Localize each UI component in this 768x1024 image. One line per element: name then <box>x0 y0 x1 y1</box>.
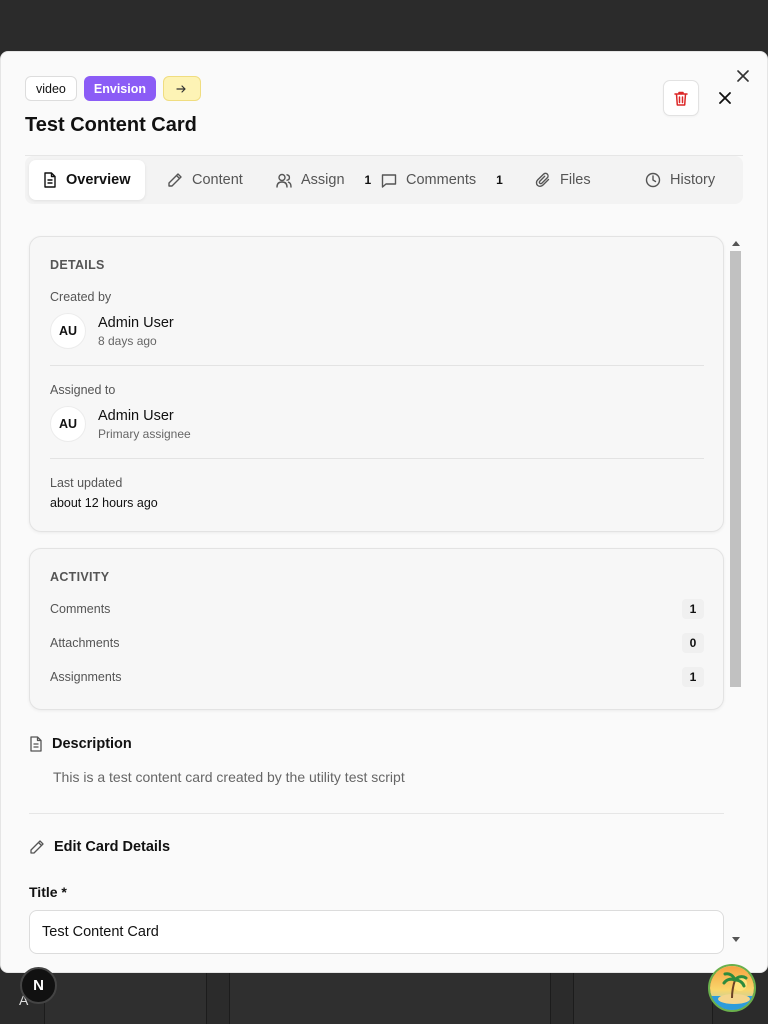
user-avatar-image[interactable] <box>708 964 756 1012</box>
avatar: AU <box>50 313 86 349</box>
stat-label: Attachments <box>50 636 120 650</box>
nextjs-devtools-button[interactable]: N <box>20 967 57 1004</box>
details-heading: DETAILS <box>50 258 105 272</box>
tab-assign[interactable]: Assign 1 <box>276 160 371 200</box>
tab-label: Files <box>560 172 591 188</box>
scrollbar-thumb[interactable] <box>730 251 741 687</box>
description-text: This is a test content card created by t… <box>53 769 405 785</box>
file-text-icon <box>30 736 42 752</box>
users-icon <box>276 173 292 188</box>
stat-label: Assignments <box>50 670 122 684</box>
arrow-right-icon <box>176 84 187 93</box>
trash-icon <box>674 91 688 106</box>
title-input[interactable] <box>29 910 724 954</box>
badge-group: video Envision <box>25 76 201 101</box>
next-logo-icon: N <box>33 977 44 994</box>
beach-island-icon <box>710 966 754 1010</box>
title-field-label: Title * <box>29 884 67 900</box>
tab-label: Content <box>192 172 243 188</box>
tab-history[interactable]: History <box>645 160 715 200</box>
activity-row-attachments: Attachments 0 <box>50 633 704 653</box>
activity-row-comments: Comments 1 <box>50 599 704 619</box>
stat-count-badge: 0 <box>682 633 704 653</box>
background-column <box>229 972 551 1024</box>
activity-row-assignments: Assignments 1 <box>50 667 704 687</box>
details-card: DETAILS Created by AU Admin User 8 days … <box>29 236 724 532</box>
tab-files[interactable]: Files <box>535 160 591 200</box>
assignee-role: Primary assignee <box>98 427 191 441</box>
stat-count-badge: 1 <box>682 667 704 687</box>
avatar: AU <box>50 406 86 442</box>
scroll-down-arrow-icon[interactable] <box>732 937 740 942</box>
assignee-name: Admin User <box>98 408 174 424</box>
tab-label: History <box>670 172 716 188</box>
close-icon <box>719 92 731 104</box>
delete-button[interactable] <box>663 80 699 116</box>
dialog-close-icon[interactable] <box>733 66 753 86</box>
file-text-icon <box>44 172 56 188</box>
created-by-label: Created by <box>50 290 112 304</box>
created-time: 8 days ago <box>98 334 157 348</box>
stat-count-badge: 1 <box>682 599 704 619</box>
close-button[interactable] <box>715 88 735 108</box>
assigned-to-label: Assigned to <box>50 383 116 397</box>
edit-section-title: Edit Card Details <box>29 839 170 855</box>
last-updated-label: Last updated <box>50 476 123 490</box>
section-title-text: Edit Card Details <box>54 839 171 855</box>
pencil-icon <box>30 840 44 854</box>
tab-content[interactable]: Content <box>167 160 243 200</box>
status-badge <box>162 76 201 101</box>
last-updated-value: about 12 hours ago <box>50 496 158 510</box>
background-column <box>573 972 713 1024</box>
pencil-icon <box>168 173 182 187</box>
activity-card: ACTIVITY Comments 1 Attachments 0 Assign… <box>29 548 724 710</box>
tab-bar: Overview Content Assign 1 Comments 1 Fil… <box>25 156 743 204</box>
clock-icon <box>645 172 661 188</box>
paperclip-icon <box>535 172 550 188</box>
activity-heading: ACTIVITY <box>50 570 110 584</box>
tab-count-badge: 1 <box>364 173 372 187</box>
background-column <box>44 972 207 1024</box>
tab-label: Assign <box>301 172 345 188</box>
section-title-text: Description <box>52 736 132 752</box>
message-square-icon <box>381 173 397 188</box>
type-badge: video <box>25 76 77 101</box>
section-divider <box>29 813 724 814</box>
divider <box>50 365 704 366</box>
project-badge: Envision <box>83 76 156 101</box>
tab-count-badge: 1 <box>496 173 503 187</box>
creator-name: Admin User <box>98 315 174 331</box>
description-section-title: Description <box>29 736 132 752</box>
divider <box>50 458 704 459</box>
card-title: Test Content Card <box>25 114 197 136</box>
tab-label: Overview <box>66 172 131 188</box>
tab-label: Comments <box>406 172 477 188</box>
scroll-up-arrow-icon[interactable] <box>732 241 740 246</box>
tab-overview[interactable]: Overview <box>29 160 145 200</box>
stat-label: Comments <box>50 602 111 616</box>
tab-comments[interactable]: Comments 1 <box>381 160 503 200</box>
